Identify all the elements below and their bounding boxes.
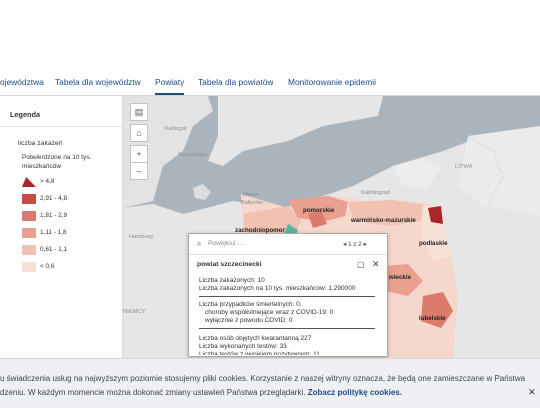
label-wieckie: wieckie — [389, 274, 412, 281]
popup-title: powiat szczecinecki — [197, 261, 262, 268]
label-pomorskie: pomorskie — [303, 207, 335, 214]
pager-text: 1 z 2 — [347, 241, 362, 248]
home-button[interactable]: ⌂ — [130, 124, 148, 142]
label-niemcy: NIEMCY — [123, 309, 146, 315]
legend-item-label: 1,11 - 1,8 — [40, 229, 67, 236]
label-baltyckie: Bałtyckie — [241, 200, 264, 206]
tab-bar: województwa Tabela dla województw Powiat… — [0, 70, 540, 96]
popup-search-bar[interactable]: ⌕ Powiększ ... ◂ 1 z 2 ▸ — [189, 234, 387, 255]
search-icon: ⌕ — [197, 239, 202, 248]
home-icon: ⌂ — [136, 128, 142, 138]
popup-line-wspolistniejace: choroby współistniejące wraz z COVID-19:… — [205, 309, 334, 316]
label-kattegat: Kattegat — [165, 126, 187, 132]
label-kopenhaga: Kopenhaga — [178, 152, 208, 158]
label-litwa: LITWA — [455, 164, 473, 170]
legend-item-label: 0,61 - 1,1 — [40, 246, 68, 253]
cookie-text-line1: u świadczenia usług na najwyższym poziom… — [0, 374, 526, 383]
popup-line-kwarantanna: Liczba osób objętych kwarantanną 227 — [199, 335, 312, 342]
zoom-out-button[interactable]: – — [130, 162, 148, 180]
cookie-banner: u świadczenia usług na najwyższym poziom… — [0, 358, 540, 408]
legend-item-label: > 4,8 — [40, 178, 55, 185]
legend-panel: Legenda liczba zakażeń Potwierdzone na 1… — [0, 96, 123, 358]
popup-line-testy-pozytywne: Liczba testów z wynikiem pozytywnym: 11 — [199, 351, 320, 355]
island-bornholm — [193, 184, 211, 200]
tab-tabela-wojewodztw[interactable]: Tabela dla województw — [55, 77, 141, 87]
popup-line-zakazonych: Liczba zakażonych: 10 — [199, 277, 265, 284]
close-icon[interactable]: ✕ — [528, 387, 536, 398]
feature-popup: ⌕ Powiększ ... ◂ 1 z 2 ▸ powiat szczecin… — [188, 233, 388, 357]
basemap-button[interactable]: ▤ — [130, 103, 148, 121]
cookie-text-line2: dzeniu. W każdym momencie można dokonać … — [0, 388, 402, 397]
legend-subtitle: Potwierdzone na 10 tys. mieszkańców — [22, 154, 92, 170]
popup-line-zakazonych-10tys: Liczba zakażonych na 10 tys. mieszkańców… — [199, 285, 356, 292]
close-icon[interactable]: ✕ — [372, 259, 380, 270]
popup-separator — [199, 296, 375, 297]
legend-layer-name: liczba zakażeń — [18, 140, 63, 147]
tab-wojewodztwa[interactable]: województwa — [0, 77, 44, 87]
popup-search-placeholder: Powiększ ... — [208, 240, 244, 247]
label-hamburg: Hamburg — [129, 234, 153, 240]
legend-swatch — [22, 211, 36, 221]
basemap-icon: ▤ — [134, 107, 144, 117]
legend-swatch — [22, 262, 36, 272]
legend-swatch — [22, 177, 36, 187]
land-sweden — [208, 96, 383, 166]
label-morze: Morze — [243, 192, 259, 198]
popup-separator — [199, 328, 375, 329]
page-header-blank — [0, 0, 540, 70]
cookie-text-line2-body: dzeniu. W każdym momencie można dokonać … — [0, 388, 306, 397]
legend-title: Legenda — [10, 110, 41, 119]
label-lubelskie: lubelskie — [419, 315, 446, 322]
label-podlaskie: podlaskie — [419, 240, 448, 247]
legend-swatch — [22, 245, 36, 255]
dock-icon[interactable]: ▢ — [357, 260, 365, 269]
tab-powiaty[interactable]: Powiaty — [155, 77, 185, 95]
plus-icon: + — [136, 149, 142, 159]
legend-swatch — [22, 194, 36, 204]
popup-line-smiertelne: Liczba przypadków śmiertelnych: 0; — [199, 301, 302, 308]
legend-item-label: 1,81 - 2,9 — [40, 212, 68, 219]
cookie-policy-link[interactable]: Zobacz politykę cookies. — [308, 388, 402, 397]
tab-monitorowanie[interactable]: Monitorowanie epidemii — [288, 77, 376, 87]
legend-item-label: 2,91 - 4,8 — [40, 195, 68, 202]
label-warminsko-mazurskie: warmińsko-mazurskie — [351, 217, 416, 224]
legend-divider — [0, 126, 122, 127]
popup-line-testy: Liczba wykonanych testów: 33 — [199, 343, 287, 350]
popup-line-wylacznie: wyłącznie z powodu COVID: 0 — [205, 317, 293, 324]
legend-item-label: < 0,6 — [40, 263, 55, 270]
label-kaliningrad: Kaliningrad — [361, 190, 391, 196]
popup-pager[interactable]: ◂ 1 z 2 ▸ — [343, 240, 367, 248]
next-icon[interactable]: ▸ — [362, 241, 367, 248]
legend-swatch — [22, 228, 36, 238]
minus-icon: – — [136, 166, 142, 176]
tab-tabela-powiatow[interactable]: Tabela dla powiatów — [198, 77, 273, 87]
zoom-in-button[interactable]: + — [130, 145, 148, 163]
